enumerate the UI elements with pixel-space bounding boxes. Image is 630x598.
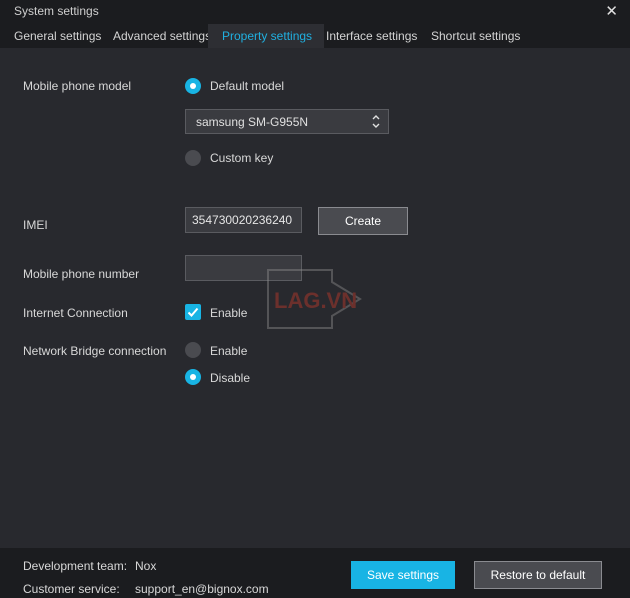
window-title: System settings bbox=[14, 4, 99, 18]
internet-enable-checkbox[interactable] bbox=[185, 304, 201, 320]
dev-team-label: Development team: bbox=[23, 559, 128, 573]
tab-interface-settings[interactable]: Interface settings bbox=[319, 24, 424, 48]
bridge-disable-radio[interactable] bbox=[185, 369, 201, 385]
close-icon[interactable]: ✕ bbox=[605, 2, 618, 20]
save-settings-button[interactable]: Save settings bbox=[351, 561, 455, 589]
phone-model-select[interactable]: samsung SM-G955N bbox=[185, 109, 389, 134]
internet-enable-label: Enable bbox=[210, 306, 248, 320]
tab-bar: General settings Advanced settings Prope… bbox=[0, 24, 630, 48]
title-bar: System settings ✕ bbox=[0, 0, 630, 24]
phone-model-label: Mobile phone model bbox=[23, 79, 132, 93]
bridge-enable-radio[interactable] bbox=[185, 342, 201, 358]
create-imei-button[interactable]: Create bbox=[318, 207, 408, 235]
custom-key-radio[interactable] bbox=[185, 150, 201, 166]
phone-number-label: Mobile phone number bbox=[23, 267, 140, 281]
restore-default-button[interactable]: Restore to default bbox=[474, 561, 602, 589]
dev-team-value: Nox bbox=[135, 559, 157, 573]
internet-connection-label: Internet Connection bbox=[23, 306, 128, 320]
default-model-radio[interactable] bbox=[185, 78, 201, 94]
chevron-up-down-icon bbox=[372, 115, 380, 128]
imei-label: IMEI bbox=[23, 218, 48, 232]
tab-advanced-settings[interactable]: Advanced settings bbox=[106, 24, 218, 48]
customer-service-email[interactable]: support_en@bignox.com bbox=[135, 582, 269, 596]
customer-service-label: Customer service: bbox=[23, 582, 120, 596]
phone-model-value: samsung SM-G955N bbox=[196, 115, 309, 129]
bridge-disable-label: Disable bbox=[210, 371, 251, 385]
custom-key-label: Custom key bbox=[210, 151, 274, 165]
network-bridge-label: Network Bridge connection bbox=[23, 344, 167, 358]
tab-general-settings[interactable]: General settings bbox=[7, 24, 108, 48]
tab-shortcut-settings[interactable]: Shortcut settings bbox=[424, 24, 527, 48]
imei-input[interactable] bbox=[185, 207, 302, 233]
tab-property-settings[interactable]: Property settings bbox=[208, 24, 324, 48]
watermark-logo: LAG.VN bbox=[267, 269, 362, 329]
checkmark-icon bbox=[187, 307, 199, 317]
bridge-enable-label: Enable bbox=[210, 344, 248, 358]
svg-text:LAG.VN: LAG.VN bbox=[274, 288, 357, 313]
default-model-label: Default model bbox=[210, 79, 285, 93]
